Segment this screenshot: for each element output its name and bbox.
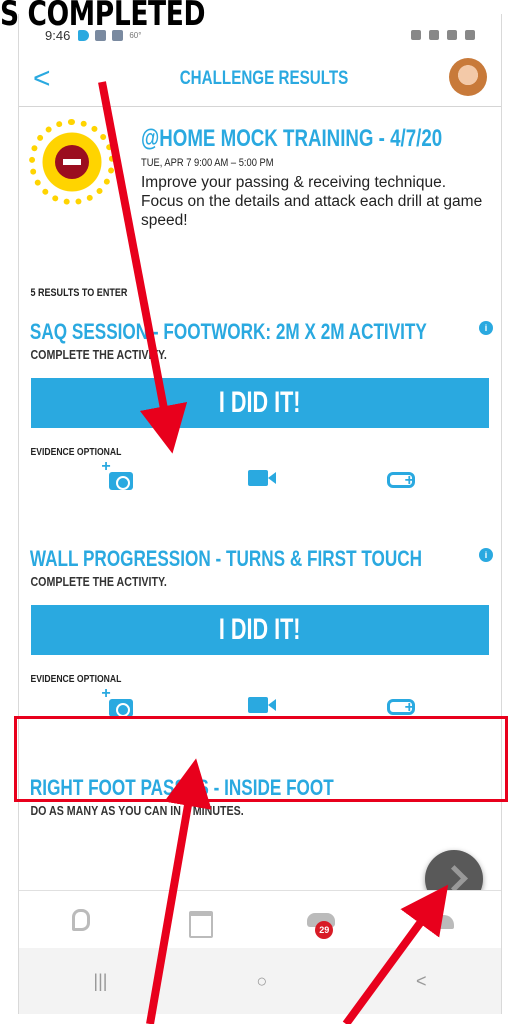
- caption: S COMPLETED: [0, 0, 206, 34]
- home-button[interactable]: ○: [256, 971, 267, 992]
- activity-subtitle: COMPLETE THE ACTIVITY.: [30, 347, 167, 362]
- add-link-icon[interactable]: [385, 693, 417, 717]
- divider: [19, 106, 501, 107]
- add-link-icon[interactable]: [385, 466, 417, 490]
- phone-screen: 9:46 60° < CHALLENGE RESULTS @HOME MOCK …: [18, 14, 502, 1014]
- activity-card: SAQ SESSION - FOOTWORK: 2M X 2M ACTIVITY…: [19, 319, 501, 492]
- home-nav-icon[interactable]: [64, 907, 94, 933]
- add-video-icon[interactable]: [244, 466, 276, 490]
- avatar[interactable]: [449, 58, 487, 96]
- calendar-nav-icon[interactable]: [185, 907, 215, 938]
- back-icon[interactable]: <: [33, 62, 51, 96]
- recent-apps-button[interactable]: |||: [93, 971, 107, 992]
- info-icon[interactable]: i: [479, 321, 493, 335]
- activity-title: WALL PROGRESSION - TURNS & FIRST TOUCH: [29, 546, 423, 571]
- mute-icon: [411, 30, 421, 40]
- bottom-nav: 29: [19, 890, 501, 948]
- battery-icon: [465, 30, 475, 40]
- activity-subtitle: DO AS MANY AS YOU CAN IN 2 MINUTES.: [30, 803, 244, 818]
- evidence-icons: +: [19, 458, 501, 492]
- team-nav-icon[interactable]: [426, 907, 456, 933]
- status-right-icons: [411, 30, 475, 40]
- wifi-icon: [429, 30, 439, 40]
- activity-subtitle: COMPLETE THE ACTIVITY.: [30, 574, 167, 589]
- activity-card: RIGHT FOOT PASSES - INSIDE FOOT DO AS MA…: [19, 775, 501, 818]
- activity-title: SAQ SESSION - FOOTWORK: 2M X 2M ACTIVITY: [29, 319, 427, 344]
- inbox-badge: 29: [315, 920, 334, 939]
- plus-icon: +: [101, 685, 111, 702]
- i-did-it-button[interactable]: I DID IT!: [31, 378, 489, 428]
- system-nav-bar: ||| ○ <: [19, 948, 501, 1014]
- app-bar: < CHALLENGE RESULTS: [19, 56, 501, 102]
- challenge-header: @HOME MOCK TRAINING - 4/7/20 TUE, APR 7 …: [19, 111, 501, 281]
- i-did-it-button[interactable]: I DID IT!: [31, 605, 489, 655]
- signal-icon: [447, 30, 457, 40]
- challenge-badge-icon: [29, 119, 115, 205]
- evidence-icons: +: [19, 685, 501, 719]
- add-video-icon[interactable]: [244, 693, 276, 717]
- i-did-it-label: I DID IT!: [219, 386, 301, 419]
- add-photo-icon[interactable]: +: [101, 458, 135, 490]
- incomplete-icon: [55, 145, 89, 179]
- activity-card: WALL PROGRESSION - TURNS & FIRST TOUCH i…: [19, 546, 501, 719]
- info-icon[interactable]: i: [479, 548, 493, 562]
- inbox-nav-icon[interactable]: 29: [305, 907, 336, 939]
- page-title: CHALLENGE RESULTS: [179, 68, 349, 89]
- challenge-description: Improve your passing & receiving techniq…: [141, 174, 483, 229]
- evidence-label: EVIDENCE OPTIONAL: [30, 446, 122, 458]
- add-photo-icon[interactable]: +: [101, 685, 135, 717]
- plus-icon: +: [101, 458, 111, 475]
- results-count: 5 RESULTS TO ENTER: [30, 287, 128, 299]
- system-back-button[interactable]: <: [416, 971, 427, 992]
- activity-title: RIGHT FOOT PASSES - INSIDE FOOT: [29, 775, 334, 800]
- i-did-it-label: I DID IT!: [219, 613, 301, 646]
- evidence-label: EVIDENCE OPTIONAL: [30, 673, 122, 685]
- challenge-date: TUE, APR 7 9:00 AM – 5:00 PM: [141, 157, 274, 169]
- challenge-title: @HOME MOCK TRAINING - 4/7/20: [141, 125, 443, 152]
